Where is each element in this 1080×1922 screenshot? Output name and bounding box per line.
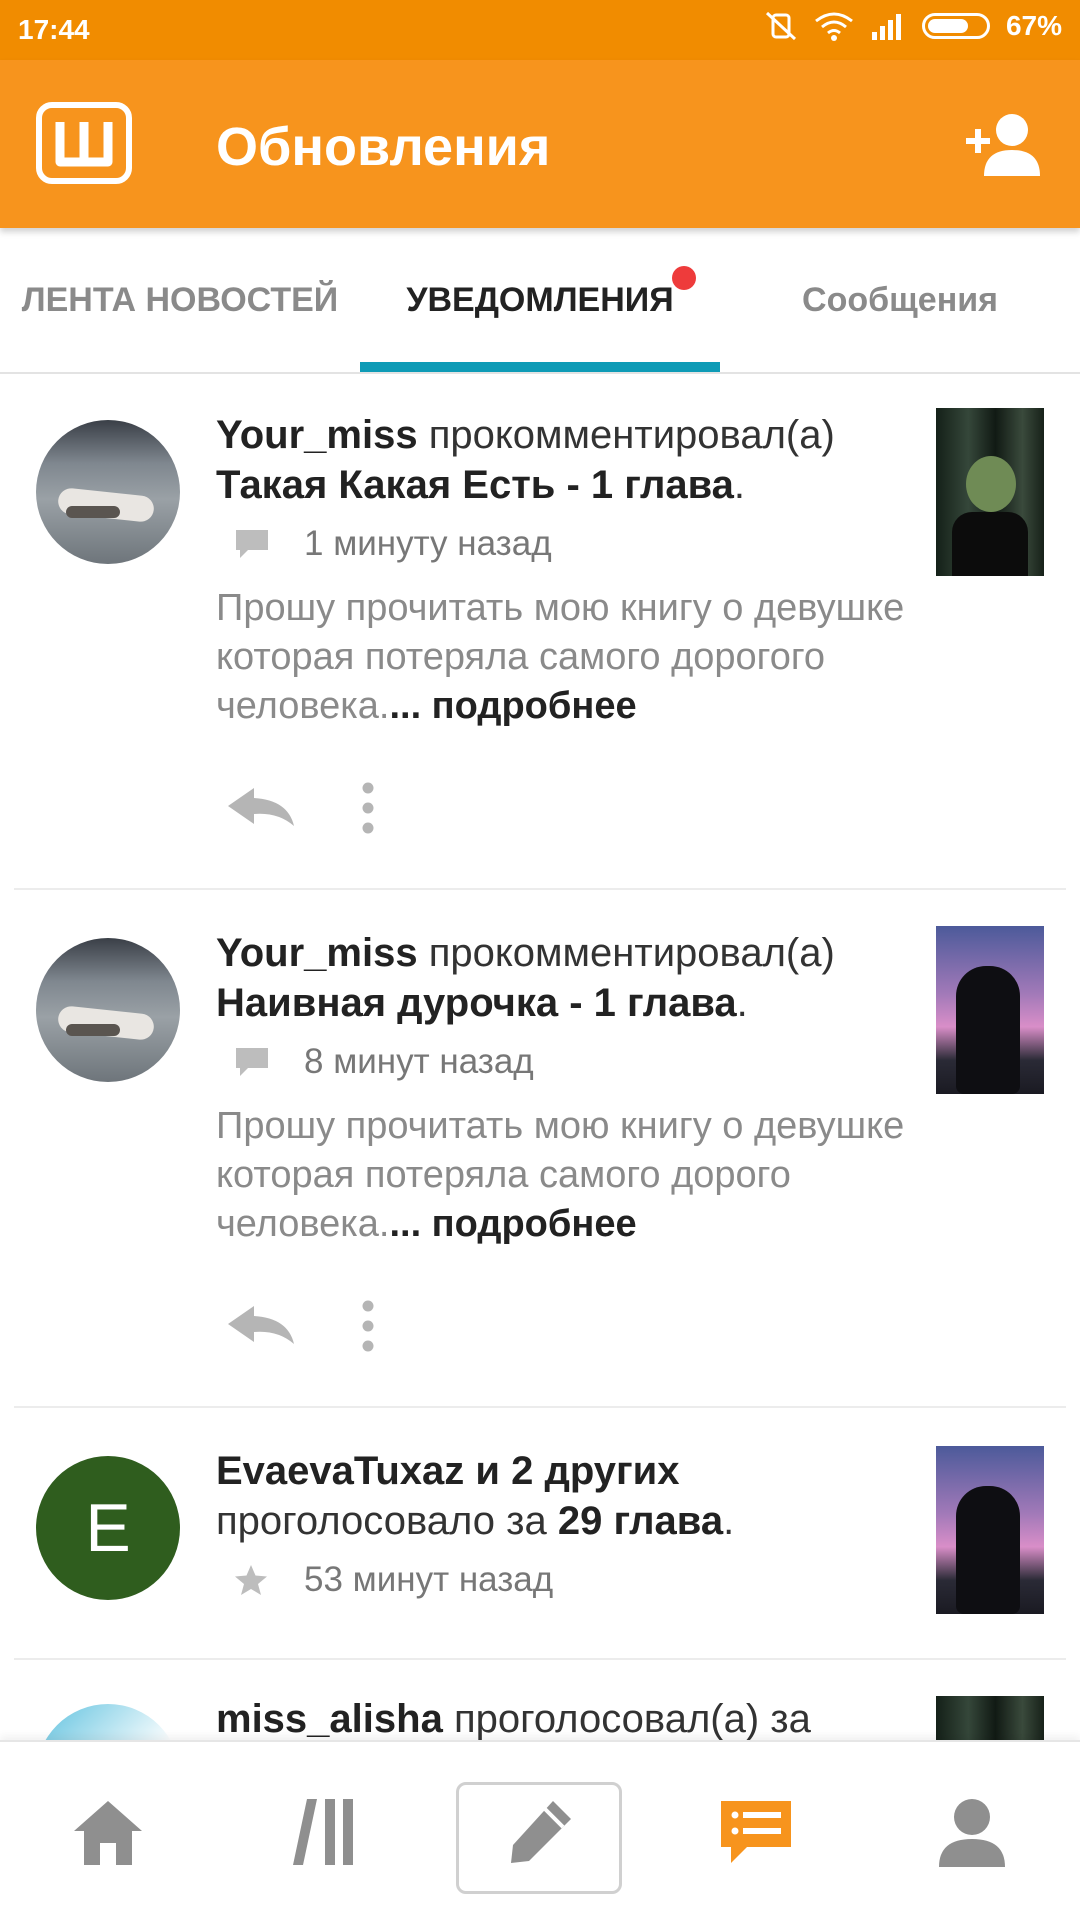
notification-item[interactable]: Your_miss прокомментировал(а) Такая Кака…	[0, 372, 1080, 890]
tab-bar: ЛЕНТА НОВОСТЕЙ УВЕДОМЛЕНИЯ Сообщения	[0, 228, 1080, 374]
comment-text: Прошу прочитать мою книгу о девушке кото…	[216, 1105, 905, 1245]
notification-badge	[672, 266, 696, 290]
comment-icon	[216, 528, 294, 560]
reply-icon[interactable]	[226, 1304, 296, 1353]
vibrate-off-icon	[764, 11, 798, 41]
read-more-link[interactable]: ... подробнее	[389, 685, 636, 727]
read-more-link[interactable]: ... подробнее	[389, 1203, 636, 1245]
avatar[interactable]	[36, 420, 180, 564]
username-link[interactable]: Your_miss	[216, 931, 418, 975]
home-icon[interactable]	[0, 1742, 216, 1922]
tab-notifications[interactable]: УВЕДОМЛЕНИЯ	[360, 228, 720, 372]
comment-icon	[216, 1046, 294, 1078]
tab-messages[interactable]: Сообщения	[720, 228, 1080, 372]
avatar[interactable]	[36, 938, 180, 1082]
page-title: Обновления	[216, 117, 551, 177]
star-icon	[216, 1564, 294, 1596]
status-bar: 17:44 67%	[0, 0, 1080, 60]
notification-time: 53 минут назад	[304, 1560, 554, 1599]
avatar[interactable]: E	[36, 1456, 180, 1600]
bottom-navigation	[0, 1740, 1080, 1922]
more-options-icon[interactable]	[360, 782, 376, 839]
notification-meta: 1 минуту назад	[216, 524, 916, 564]
notification-headline: miss_alisha проголосовал(а) за	[216, 1697, 811, 1740]
story-cover[interactable]	[936, 408, 1044, 576]
updates-icon[interactable]	[648, 1742, 864, 1922]
notification-meta: 8 минут назад	[216, 1042, 916, 1082]
app-bar: Обновления	[0, 60, 1080, 228]
story-link[interactable]: 29 глава	[558, 1499, 723, 1543]
battery-level: 67%	[1005, 10, 1062, 41]
username-link[interactable]: EvaevaTuxaz и 2 других	[216, 1449, 680, 1493]
more-options-icon[interactable]	[360, 1300, 376, 1357]
battery-icon	[921, 13, 990, 39]
comment-text: Прошу прочитать мою книгу о девушке кото…	[216, 587, 905, 727]
active-tab-indicator	[360, 362, 720, 372]
notification-meta: 53 минут назад	[216, 1560, 916, 1600]
story-cover[interactable]	[936, 926, 1044, 1094]
notification-item[interactable]: Your_miss прокомментировал(а) Наивная ду…	[0, 890, 1080, 1408]
wifi-icon	[814, 11, 854, 41]
library-icon[interactable]	[216, 1742, 432, 1922]
story-cover[interactable]	[936, 1696, 1044, 1740]
notification-headline: Your_miss прокомментировал(а) Наивная ду…	[216, 931, 835, 1025]
signal-icon	[870, 12, 906, 40]
username-link[interactable]: Your_miss	[216, 413, 418, 457]
write-icon[interactable]	[432, 1742, 648, 1922]
notification-headline: EvaevaTuxaz и 2 других проголосовало за …	[216, 1449, 735, 1543]
story-cover[interactable]	[936, 1446, 1044, 1614]
story-link[interactable]: Такая Какая Есть - 1 глава	[216, 463, 734, 507]
wattpad-logo-icon[interactable]	[36, 102, 132, 184]
notification-time: 1 минуту назад	[304, 524, 552, 563]
tab-news-feed[interactable]: ЛЕНТА НОВОСТЕЙ	[0, 228, 360, 372]
notification-time: 8 минут назад	[304, 1042, 534, 1081]
add-user-icon[interactable]	[966, 112, 1044, 183]
reply-icon[interactable]	[226, 786, 296, 835]
status-time: 17:44	[18, 14, 90, 45]
profile-icon[interactable]	[864, 1742, 1080, 1922]
username-link[interactable]: miss_alisha	[216, 1697, 443, 1740]
notification-headline: Your_miss прокомментировал(а) Такая Кака…	[216, 413, 835, 507]
notification-item[interactable]: miss_alisha проголосовал(а) за	[0, 1660, 1080, 1740]
story-link[interactable]: Наивная дурочка - 1 глава	[216, 981, 737, 1025]
avatar[interactable]	[36, 1704, 180, 1740]
notification-item[interactable]: E EvaevaTuxaz и 2 других проголосовало з…	[0, 1408, 1080, 1660]
